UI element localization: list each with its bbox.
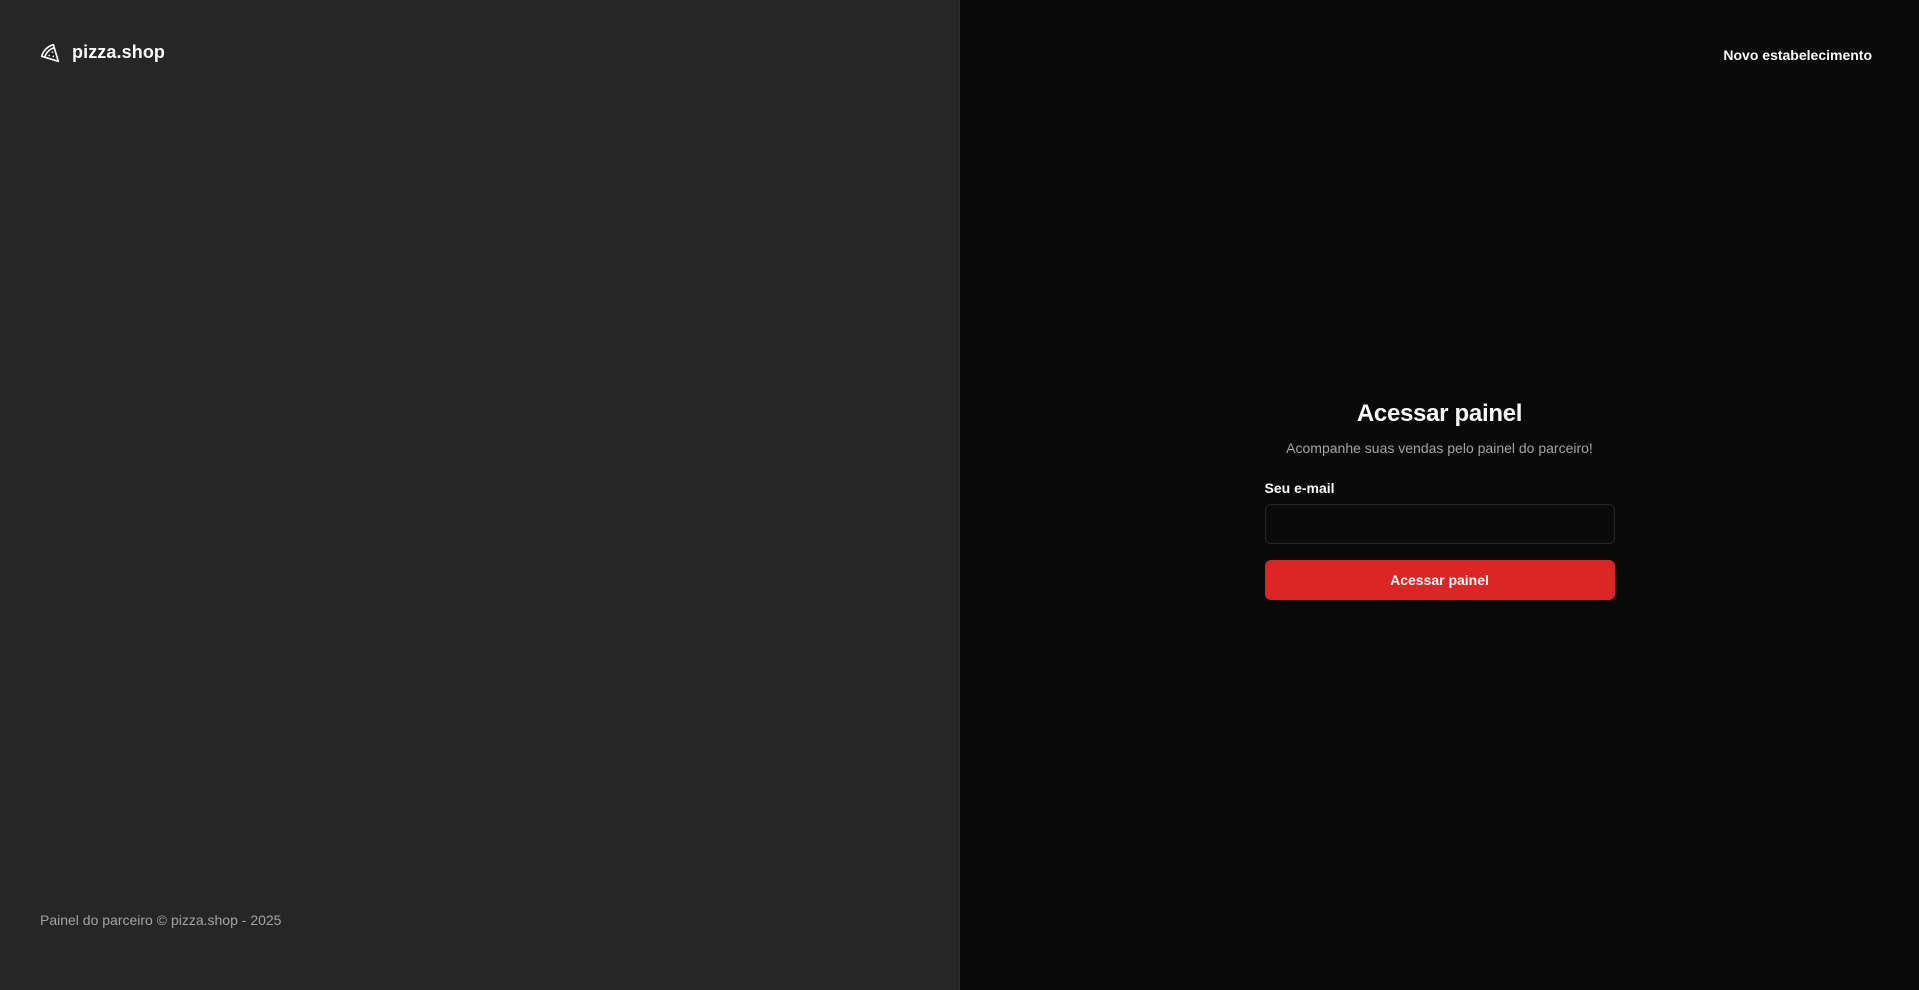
login-panel: Novo estabelecimento Acessar painel Acom…: [960, 0, 1919, 990]
login-form: Seu e-mail Acessar painel: [1264, 480, 1615, 600]
login-form-container: Acessar painel Acompanhe suas vendas pel…: [1264, 400, 1615, 600]
page: pizza.shop Painel do parceiro © pizza.sh…: [0, 0, 1919, 990]
email-field[interactable]: [1264, 504, 1615, 544]
brand: pizza.shop: [40, 42, 919, 63]
pizza-icon: [40, 43, 60, 63]
brand-name: pizza.shop: [72, 42, 166, 62]
submit-button[interactable]: Acessar painel: [1264, 560, 1615, 600]
new-store-link[interactable]: Novo estabelecimento: [1723, 43, 1872, 67]
page-title: Acessar painel: [1356, 400, 1523, 427]
page-subtitle: Acompanhe suas vendas pelo painel do par…: [1286, 440, 1593, 456]
email-label: Seu e-mail: [1264, 480, 1335, 496]
brand-panel: pizza.shop Painel do parceiro © pizza.sh…: [0, 0, 960, 990]
footer-copyright: Painel do parceiro © pizza.shop - 2025: [40, 912, 282, 928]
